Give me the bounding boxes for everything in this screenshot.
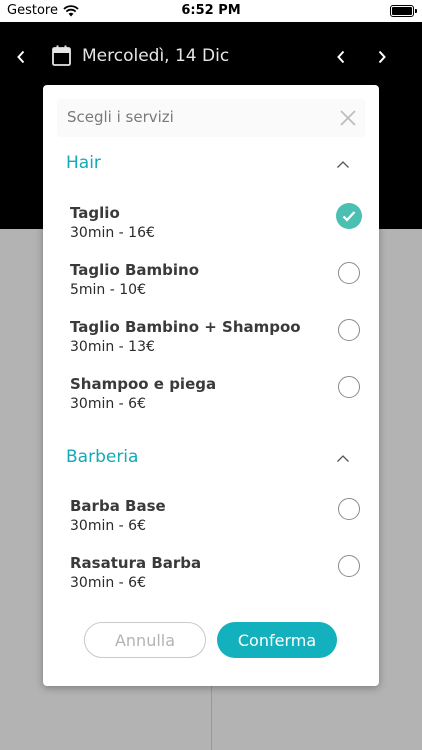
section-title-barberia[interactable]: Barberia	[66, 447, 138, 467]
service-name: Taglio Bambino + Shampoo	[70, 318, 301, 336]
service-name: Taglio Bambino	[70, 261, 200, 279]
service-meta: 5min - 10€	[70, 282, 146, 298]
service-name: Barba Base	[70, 497, 166, 515]
back-chevron-icon[interactable]	[11, 47, 31, 67]
close-icon[interactable]	[339, 109, 357, 127]
service-item-taglio-bambino-shampoo[interactable]: Taglio Bambino + Shampoo 30min - 13€	[70, 317, 360, 363]
status-bar: Gestore 6:52 PM	[0, 0, 422, 22]
service-name: Taglio	[70, 204, 120, 222]
calendar-icon[interactable]	[52, 45, 71, 70]
date-navigation: Mercoledì, 14 Dic	[0, 43, 422, 71]
status-time: 6:52 PM	[181, 3, 241, 18]
service-item-taglio-bambino[interactable]: Taglio Bambino 5min - 10€	[70, 260, 360, 306]
modal-header: Scegli i servizi	[57, 99, 365, 137]
chevron-up-icon[interactable]	[335, 451, 351, 467]
service-meta: 30min - 6€	[70, 518, 146, 534]
service-name: Shampoo e piega	[70, 375, 217, 393]
radio-button[interactable]	[338, 376, 360, 398]
modal-title: Scegli i servizi	[67, 108, 174, 126]
current-date[interactable]: Mercoledì, 14 Dic	[82, 46, 229, 66]
chevron-up-icon[interactable]	[335, 157, 351, 173]
radio-button[interactable]	[338, 262, 360, 284]
service-item-taglio[interactable]: Taglio 30min - 16€	[70, 203, 362, 249]
battery-icon	[390, 5, 417, 17]
section-title-hair[interactable]: Hair	[66, 153, 101, 173]
service-meta: 30min - 6€	[70, 396, 146, 412]
service-meta: 30min - 13€	[70, 339, 155, 355]
radio-button[interactable]	[338, 555, 360, 577]
service-item-barba-base[interactable]: Barba Base 30min - 6€	[70, 496, 360, 542]
cancel-button[interactable]: Annulla	[84, 622, 206, 658]
service-item-rasatura-barba[interactable]: Rasatura Barba 30min - 6€	[70, 553, 360, 599]
radio-button[interactable]	[338, 498, 360, 520]
service-item-shampoo-piega[interactable]: Shampoo e piega 30min - 6€	[70, 374, 360, 420]
service-name: Rasatura Barba	[70, 554, 202, 572]
service-meta: 30min - 16€	[70, 225, 155, 241]
services-modal: Scegli i servizi Hair Taglio 30min - 16€…	[43, 85, 379, 686]
checkmark-icon[interactable]	[336, 203, 362, 229]
confirm-button[interactable]: Conferma	[217, 622, 337, 658]
service-meta: 30min - 6€	[70, 575, 146, 591]
previous-day-chevron-icon[interactable]	[331, 47, 351, 67]
next-day-chevron-icon[interactable]	[372, 47, 392, 67]
radio-button[interactable]	[338, 319, 360, 341]
